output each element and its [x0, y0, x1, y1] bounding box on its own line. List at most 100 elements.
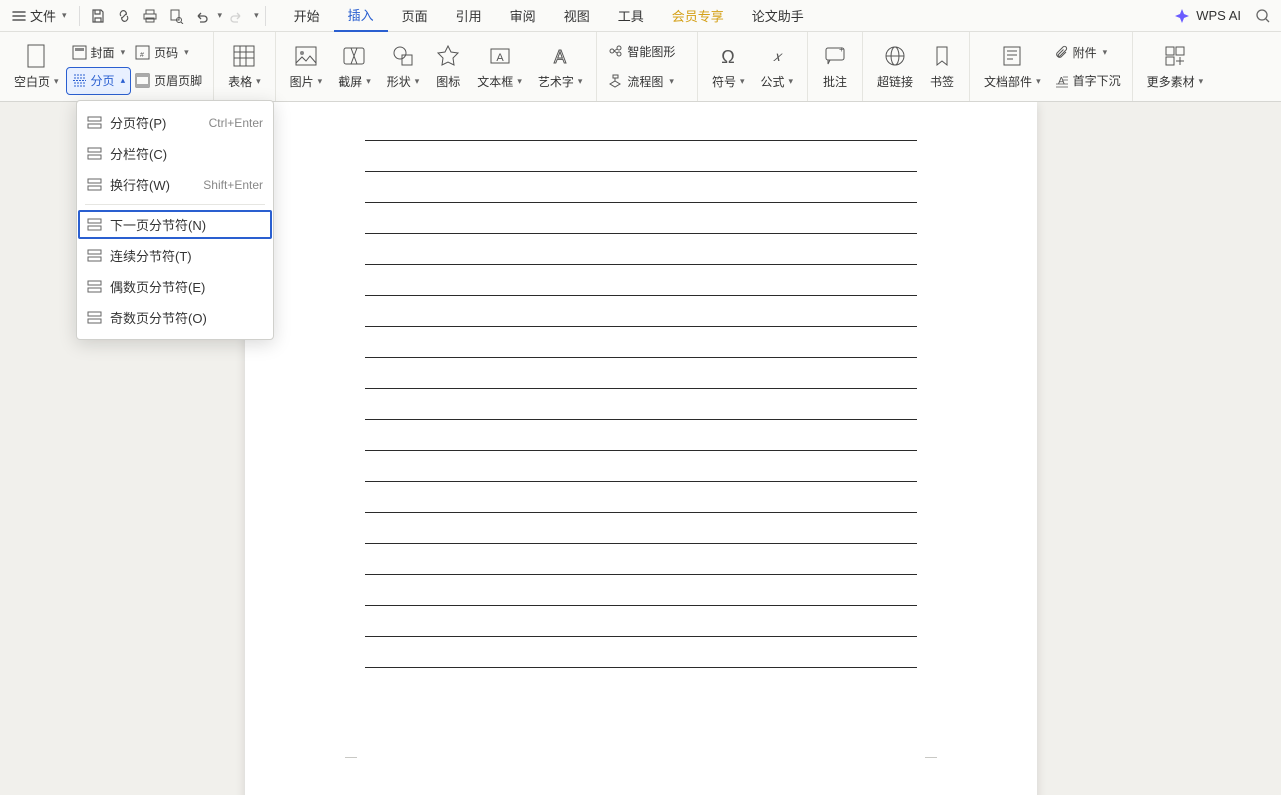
equation-button[interactable]: 𝑥 公式▾ — [752, 37, 801, 97]
attachment-button[interactable]: 附件 ▾ — [1049, 40, 1126, 66]
link-button[interactable] — [112, 4, 136, 28]
underline-row[interactable] — [365, 555, 917, 575]
tab-tools[interactable]: 工具 — [604, 0, 658, 32]
attachment-label: 附件 — [1073, 44, 1097, 61]
tab-thesis[interactable]: 论文助手 — [738, 0, 818, 32]
textbox-button[interactable]: A 文本框▾ — [469, 37, 530, 97]
tab-page[interactable]: 页面 — [388, 0, 442, 32]
wps-ai-label: WPS AI — [1196, 8, 1241, 23]
redo-button[interactable] — [224, 4, 248, 28]
underline-row[interactable] — [365, 400, 917, 420]
undo-button[interactable] — [190, 4, 214, 28]
wps-ai-button[interactable]: WPS AI — [1166, 8, 1249, 24]
page-break-button[interactable]: 分页 ▴ — [67, 68, 131, 94]
underline-row[interactable] — [365, 152, 917, 172]
page-break-dropdown: 分页符(P) Ctrl+Enter 分栏符(C)换行符(W)Shift+Enter 下… — [76, 100, 274, 340]
shapes-label: 形状 — [387, 73, 411, 90]
dropdown-shortcut: Ctrl+Enter — [209, 116, 263, 130]
caret-down-icon: ▾ — [415, 76, 420, 87]
cover-button[interactable]: 封面 ▾ — [67, 40, 131, 66]
search-button[interactable] — [1251, 4, 1275, 28]
underline-row[interactable] — [365, 431, 917, 451]
underline-row[interactable] — [365, 245, 917, 265]
dropdown-item-section-even[interactable]: 偶数页分节符(E) — [77, 271, 273, 302]
smartart-button[interactable]: 智能图形 — [603, 39, 691, 65]
underline-row[interactable] — [365, 214, 917, 234]
dropdown-item-label: 分页符(P) — [110, 113, 166, 132]
underline-row[interactable] — [365, 586, 917, 606]
page-break-icon — [87, 115, 102, 130]
wps-ai-icon — [1174, 8, 1190, 24]
table-label: 表格 — [228, 73, 252, 90]
tab-member[interactable]: 会员专享 — [658, 0, 738, 32]
dropdown-item-column-break[interactable]: 分栏符(C) — [77, 138, 273, 169]
dropdown-item-section-odd[interactable]: 奇数页分节符(O) — [77, 302, 273, 333]
caret-down-icon: ▾ — [184, 47, 189, 58]
tab-reference[interactable]: 引用 — [442, 0, 496, 32]
dropdown-item-label: 奇数页分节符(O) — [110, 308, 207, 327]
doc-parts-button[interactable]: 文档部件▾ — [976, 37, 1049, 97]
icons-button[interactable]: 图标 — [427, 37, 469, 97]
more-materials-button[interactable]: 更多素材 ▾ — [1139, 37, 1212, 97]
underline-row[interactable] — [365, 276, 917, 296]
save-button[interactable] — [86, 4, 110, 28]
ribbon-group-diagrams: 图表 智能图形 流程图 ▾ 思维导图 ▾ — [597, 32, 698, 101]
ribbon-group-pages: 空白页▾ 封面 ▾ 分页 ▴ # 页码 ▾ — [0, 32, 214, 101]
underline-row[interactable] — [365, 617, 917, 637]
tab-review[interactable]: 审阅 — [496, 0, 550, 32]
underline-row[interactable] — [365, 648, 917, 668]
tab-view[interactable]: 视图 — [550, 0, 604, 32]
symbol-button[interactable]: Ω 符号▾ — [704, 37, 753, 97]
blank-page-button[interactable]: 空白页▾ — [6, 37, 67, 97]
bookmark-button[interactable]: 书签 — [921, 37, 963, 97]
header-footer-button[interactable]: 页眉页脚 — [130, 68, 207, 94]
document-page[interactable] — [245, 102, 1037, 795]
ribbon-group-parts: 文档部件▾ 附件 ▾ A 首字下沉 — [970, 32, 1133, 101]
file-menu-button[interactable]: 文件 ▾ — [6, 3, 73, 28]
underline-row[interactable] — [365, 369, 917, 389]
more-label: 更多素材 — [1147, 73, 1195, 90]
comment-button[interactable]: + 批注 — [814, 37, 856, 97]
ribbon-group-comment: + 批注 — [808, 32, 863, 101]
shapes-button[interactable]: 形状 ▾ — [379, 37, 428, 97]
tab-start[interactable]: 开始 — [280, 0, 334, 32]
underline-row[interactable] — [365, 524, 917, 544]
dropdown-item-section-cont[interactable]: 连续分节符(T) — [77, 240, 273, 271]
underline-row[interactable] — [365, 338, 917, 358]
dropdown-item-line-break[interactable]: 换行符(W)Shift+Enter — [77, 169, 273, 200]
caret-down-icon: ▾ — [121, 47, 126, 58]
underline-row[interactable] — [365, 493, 917, 513]
page-content[interactable] — [245, 102, 1037, 698]
underline-row[interactable] — [365, 183, 917, 203]
dropdown-item-label: 下一页分节符(N) — [110, 215, 206, 234]
flowchart-button[interactable]: 流程图 ▾ — [603, 69, 691, 95]
page-number-label: 页码 — [154, 44, 178, 61]
more-quick-access-icon[interactable]: ▾ — [254, 10, 259, 21]
dropdown-item-page-break[interactable]: 分页符(P) Ctrl+Enter — [77, 107, 273, 138]
page-break-label: 分页 — [91, 72, 115, 89]
screenshot-label: 截屏 — [338, 73, 362, 90]
print-preview-button[interactable] — [164, 4, 188, 28]
underline-row[interactable] — [365, 462, 917, 482]
print-button[interactable] — [138, 4, 162, 28]
screenshot-button[interactable]: 截屏▾ — [330, 37, 379, 97]
underline-row[interactable] — [365, 121, 917, 141]
smartart-label: 智能图形 — [627, 43, 675, 60]
chart-button[interactable]: 图表 — [603, 32, 691, 37]
tab-insert[interactable]: 插入 — [334, 0, 388, 32]
drop-cap-button[interactable]: A 首字下沉 — [1049, 68, 1126, 94]
textbox-label: 文本框 — [477, 73, 513, 90]
caret-down-icon: ▾ — [1199, 76, 1204, 87]
section-odd-icon — [87, 310, 102, 325]
dropdown-item-section-next[interactable]: 下一页分节符(N) — [77, 209, 273, 240]
picture-button[interactable]: 图片▾ — [282, 37, 331, 97]
underline-row[interactable] — [365, 307, 917, 327]
undo-dropdown-icon[interactable]: ▾ — [218, 10, 223, 21]
page-number-button[interactable]: # 页码 ▾ — [130, 40, 207, 66]
table-button[interactable]: 表格▾ — [220, 37, 269, 97]
hyperlink-button[interactable]: 超链接 — [869, 37, 921, 97]
wordart-button[interactable]: A 艺术字▾ — [530, 37, 591, 97]
ribbon-tabs: 开始 插入 页面 引用 审阅 视图 工具 会员专享 论文助手 — [280, 0, 818, 32]
caret-down-icon: ▾ — [578, 76, 583, 87]
page-corner-mark — [345, 746, 357, 758]
